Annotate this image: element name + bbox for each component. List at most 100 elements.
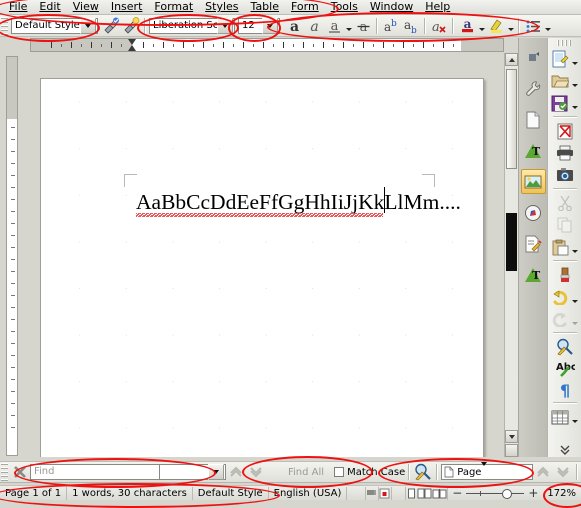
insert-table-dropdown-icon[interactable] [571, 408, 580, 427]
paste-icon[interactable] [550, 237, 571, 257]
selection-mode-icon[interactable] [366, 487, 379, 500]
match-case-checkbox[interactable] [334, 467, 344, 477]
scroll-up-button[interactable] [505, 53, 518, 66]
search-input[interactable]: Find [30, 464, 160, 480]
sidebar-settings-icon[interactable] [521, 45, 546, 70]
new-style-from-selection-icon[interactable] [121, 16, 141, 35]
toolbar-grip[interactable] [557, 40, 573, 46]
multi-page-view-icon[interactable] [417, 487, 432, 500]
font-color-button[interactable]: a [457, 16, 477, 35]
horizontal-ruler[interactable] [30, 38, 504, 52]
clear-formatting-button[interactable]: a [429, 16, 449, 35]
zoom-slider[interactable]: − + [448, 487, 542, 500]
undo-icon[interactable] [550, 287, 571, 307]
underline-dropdown-icon[interactable] [344, 16, 353, 35]
new-document-icon[interactable] [550, 49, 571, 69]
scrollbar-position-marker[interactable] [506, 213, 517, 271]
chevron-down-icon[interactable] [481, 466, 487, 479]
find-and-replace-button[interactable] [413, 463, 433, 482]
menu-insert[interactable]: Insert [105, 0, 149, 14]
left-indent-marker[interactable] [128, 45, 136, 51]
font-color-dropdown-icon[interactable] [477, 16, 486, 35]
match-case-label[interactable]: Match Case [347, 467, 405, 478]
page-icon[interactable] [521, 107, 546, 132]
status-zoom-level[interactable]: 172% [542, 487, 581, 500]
superscript-button[interactable]: ab [381, 16, 401, 35]
font-size-combobox[interactable]: 12 [238, 18, 280, 34]
document-text[interactable]: AaBbCcDdEeFfGgHhIiJjKkLlMm.... [136, 189, 461, 215]
menu-table[interactable]: Table [245, 0, 285, 14]
open-file-dropdown-icon[interactable] [571, 72, 580, 91]
menu-styles[interactable]: Styles [199, 0, 244, 14]
status-language[interactable]: English (USA) [269, 487, 348, 500]
print-icon[interactable] [554, 143, 575, 163]
undo-dropdown-icon[interactable] [571, 288, 580, 307]
insert-table-icon[interactable] [550, 407, 571, 427]
book-view-icon[interactable] [432, 487, 448, 500]
scrollbar-thumb[interactable] [506, 69, 517, 169]
unordered-list-button[interactable] [523, 16, 543, 35]
update-selected-style-icon[interactable] [101, 16, 121, 35]
properties-icon[interactable] [521, 76, 546, 101]
status-page[interactable]: Page 1 of 1 [0, 487, 67, 500]
navigator-icon[interactable] [521, 200, 546, 225]
spelling-icon[interactable]: Abc [554, 358, 575, 378]
navigation-type-combobox[interactable]: Page [441, 464, 533, 480]
toolbar-overflow-button[interactable] [548, 443, 581, 457]
find-previous-button[interactable] [226, 463, 246, 482]
menu-window[interactable]: Window [364, 0, 419, 14]
highlight-color-button[interactable] [486, 16, 506, 35]
print-preview-icon[interactable] [554, 165, 575, 185]
styles-icon[interactable]: T [521, 138, 546, 163]
document-area[interactable]: AaBbCcDdEeFfGgHhIiJjKkLlMm.... [20, 53, 504, 457]
redo-dropdown-icon[interactable] [571, 310, 580, 329]
paste-dropdown-icon[interactable] [571, 238, 580, 257]
status-page-style[interactable]: Default Style [193, 487, 269, 500]
find-next-button[interactable] [246, 463, 266, 482]
copy-icon[interactable] [554, 215, 575, 235]
unordered-list-dropdown-icon[interactable] [543, 16, 552, 35]
bold-button[interactable]: a [284, 16, 304, 35]
style-inspector-icon[interactable]: T [521, 262, 546, 287]
vertical-ruler[interactable] [6, 56, 18, 456]
zoom-out-icon[interactable]: − [452, 486, 462, 500]
menu-edit[interactable]: Edit [33, 0, 66, 14]
navigate-next-button[interactable] [553, 463, 573, 482]
menu-form[interactable]: Form [285, 0, 325, 14]
document-page[interactable]: AaBbCcDdEeFfGgHhIiJjKkLlMm.... [40, 78, 484, 457]
find-all-button[interactable]: Find All [288, 467, 324, 478]
vertical-scrollbar[interactable] [504, 53, 518, 457]
zoom-slider-track[interactable] [466, 493, 524, 494]
scroll-down-button[interactable] [505, 430, 518, 443]
cut-icon[interactable] [554, 193, 575, 213]
formatting-marks-icon[interactable]: ¶ [554, 379, 575, 399]
menu-tools[interactable]: Tools [325, 0, 364, 14]
find-replace-icon[interactable] [554, 337, 575, 357]
menu-help[interactable]: Help [419, 0, 456, 14]
manage-changes-icon[interactable] [521, 231, 546, 256]
menu-format[interactable]: Format [148, 0, 199, 14]
menu-view[interactable]: View [67, 0, 105, 14]
underline-button[interactable]: a [324, 16, 344, 35]
subscript-button[interactable]: ab [401, 16, 421, 35]
save-state-icon[interactable] [379, 487, 392, 500]
new-document-dropdown-icon[interactable] [571, 50, 580, 69]
chevron-down-icon[interactable] [80, 18, 96, 34]
highlight-color-dropdown-icon[interactable] [506, 16, 515, 35]
save-icon[interactable] [550, 93, 571, 113]
single-page-view-icon[interactable] [406, 487, 417, 500]
chevron-down-icon[interactable] [217, 18, 233, 34]
zoom-slider-knob[interactable] [502, 489, 512, 499]
chevron-down-icon[interactable] [262, 18, 278, 34]
paragraph-style-combobox[interactable]: Default Style [11, 18, 98, 34]
find-toolbar-grip[interactable] [1, 463, 8, 481]
italic-button[interactable]: a [304, 16, 324, 35]
status-word-count[interactable]: 1 words, 30 characters [67, 487, 193, 500]
toolbar-grip[interactable] [1, 17, 8, 35]
menu-file[interactable]: File [3, 0, 33, 14]
search-history-dropdown[interactable] [160, 464, 226, 480]
close-icon[interactable] [10, 463, 30, 482]
chevron-down-icon[interactable] [208, 464, 224, 480]
font-name-combobox[interactable]: Liberation Serif [149, 18, 235, 34]
strikethrough-button[interactable]: a [353, 16, 373, 35]
